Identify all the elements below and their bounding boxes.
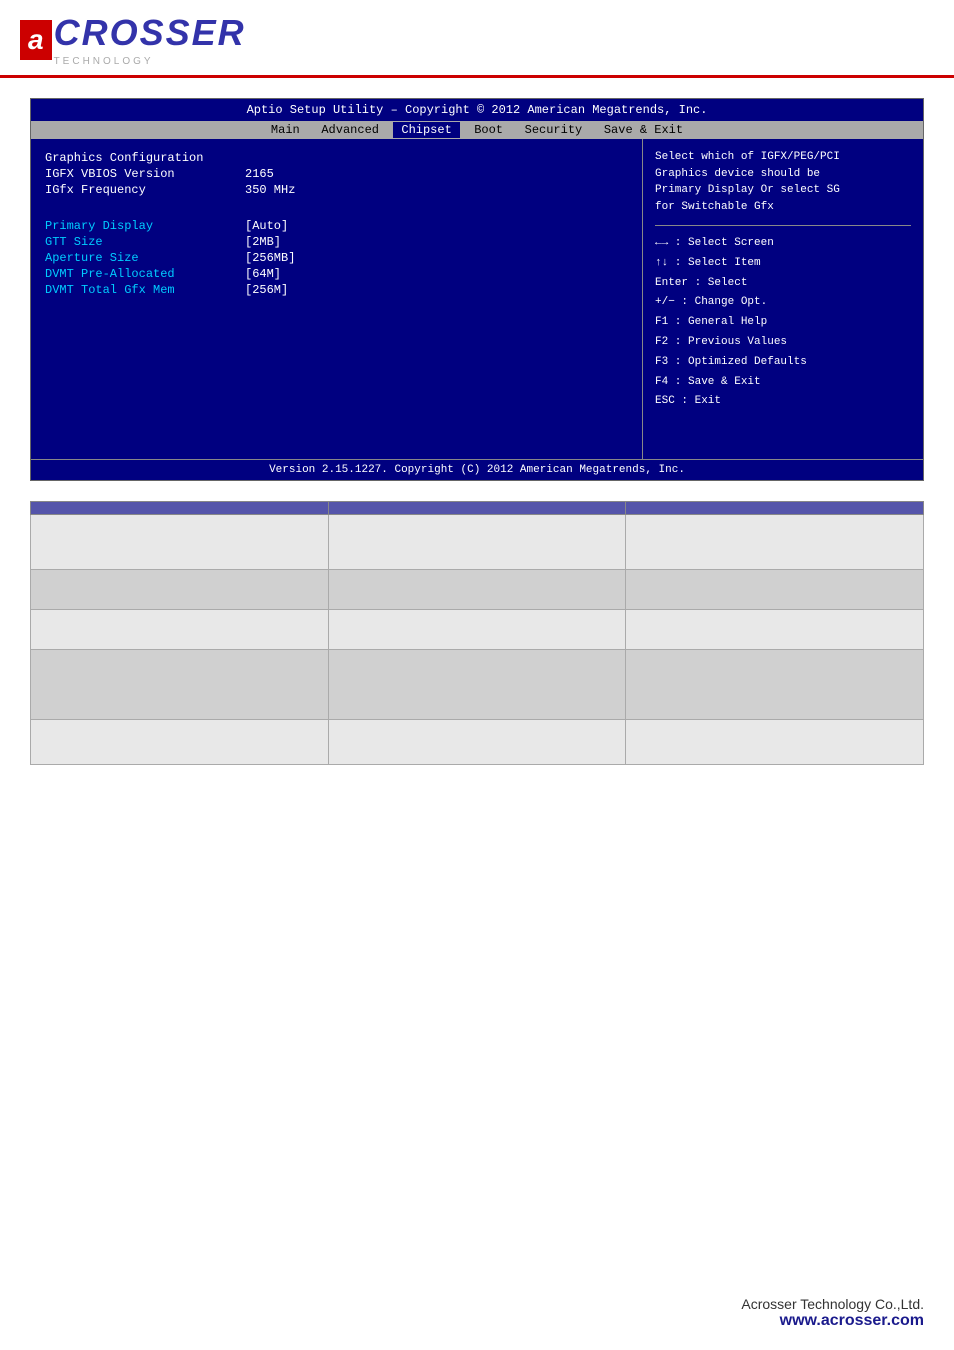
bios-keys: ←→ : Select Screen ↑↓ : Select Item Ente… [655, 234, 911, 412]
bios-key-f2: F2 : Previous Values [655, 333, 911, 353]
bios-item-gtt-size[interactable]: GTT Size [2MB] [45, 235, 628, 249]
table-cell [31, 610, 329, 650]
table-row [31, 720, 924, 765]
table-cell [328, 515, 626, 570]
bios-label-aperture-size: Aperture Size [45, 251, 245, 265]
bios-item-igfx-vbios: IGFX VBIOS Version 2165 [45, 167, 628, 181]
bios-item-graphics-config: Graphics Configuration [45, 151, 628, 165]
bios-item-igfx-freq: IGfx Frequency 350 MHz [45, 183, 628, 197]
table-area [30, 501, 924, 765]
bios-value-dvmt-pre: [64M] [245, 267, 281, 281]
bios-right-panel: Select which of IGFX/PEG/PCI Graphics de… [643, 139, 923, 459]
table-cell [328, 570, 626, 610]
table-cell [31, 570, 329, 610]
bios-left-panel: Graphics Configuration IGFX VBIOS Versio… [31, 139, 643, 459]
bios-label-dvmt-total: DVMT Total Gfx Mem [45, 283, 245, 297]
bios-divider [655, 225, 911, 226]
table-cell [31, 720, 329, 765]
table-cell [328, 610, 626, 650]
bios-key-select-screen: ←→ : Select Screen [655, 234, 911, 254]
table-row [31, 650, 924, 720]
bios-label-igfx-freq: IGfx Frequency [45, 183, 245, 197]
bios-value-igfx-vbios: 2165 [245, 167, 274, 181]
logo-box: a CROSSER TECHNOLOGY [20, 12, 934, 67]
bios-tab-boot[interactable]: Boot [467, 123, 510, 137]
footer-url: www.acrosser.com [741, 1312, 924, 1330]
table-header-col2 [328, 502, 626, 515]
table-row [31, 610, 924, 650]
bios-label-dvmt-pre: DVMT Pre-Allocated [45, 267, 245, 281]
bios-value-gtt-size: [2MB] [245, 235, 281, 249]
bios-label-gtt-size: GTT Size [45, 235, 245, 249]
bios-label-primary-display: Primary Display [45, 219, 245, 233]
bios-label-graphics-config: Graphics Configuration [45, 151, 245, 165]
table-cell [626, 570, 924, 610]
bios-tab-security[interactable]: Security [517, 123, 589, 137]
data-table [30, 501, 924, 765]
bios-key-esc: ESC : Exit [655, 392, 911, 412]
bios-footer: Version 2.15.1227. Copyright (C) 2012 Am… [31, 459, 923, 480]
table-header-col1 [31, 502, 329, 515]
bios-tab-advanced[interactable]: Advanced [314, 123, 386, 137]
bios-value-primary-display: [Auto] [245, 219, 288, 233]
footer-company: Acrosser Technology Co.,Ltd. [741, 1296, 924, 1312]
bios-item-primary-display[interactable]: Primary Display [Auto] [45, 219, 628, 233]
footer-area: Acrosser Technology Co.,Ltd. www.acrosse… [741, 1296, 924, 1330]
bios-key-change-opt: +/− : Change Opt. [655, 293, 911, 313]
table-cell [31, 515, 329, 570]
table-cell [31, 650, 329, 720]
bios-value-dvmt-total: [256M] [245, 283, 288, 297]
bios-help-text: Select which of IGFX/PEG/PCI Graphics de… [655, 149, 911, 215]
bios-label-igfx-vbios: IGFX VBIOS Version [45, 167, 245, 181]
bios-menu-bar[interactable]: Main Advanced Chipset Boot Security Save… [31, 121, 923, 139]
table-cell [328, 650, 626, 720]
bios-key-f3: F3 : Optimized Defaults [655, 353, 911, 373]
bios-tab-save-exit[interactable]: Save & Exit [597, 123, 691, 137]
bios-value-aperture-size: [256MB] [245, 251, 295, 265]
bios-key-enter: Enter : Select [655, 274, 911, 294]
table-cell [626, 650, 924, 720]
logo-text: CROSSER [54, 12, 246, 54]
table-row [31, 515, 924, 570]
bios-key-select-item: ↑↓ : Select Item [655, 254, 911, 274]
logo-icon: a [20, 20, 52, 60]
logo-subtext: TECHNOLOGY [54, 56, 246, 67]
bios-key-f4: F4 : Save & Exit [655, 373, 911, 393]
bios-container: Aptio Setup Utility – Copyright © 2012 A… [30, 98, 924, 481]
table-row [31, 570, 924, 610]
bios-key-f1: F1 : General Help [655, 313, 911, 333]
bios-tab-chipset[interactable]: Chipset [393, 122, 459, 138]
bios-item-aperture-size[interactable]: Aperture Size [256MB] [45, 251, 628, 265]
bios-item-dvmt-total[interactable]: DVMT Total Gfx Mem [256M] [45, 283, 628, 297]
bios-value-igfx-freq: 350 MHz [245, 183, 295, 197]
table-header-row [31, 502, 924, 515]
table-cell [626, 515, 924, 570]
bios-item-dvmt-pre[interactable]: DVMT Pre-Allocated [64M] [45, 267, 628, 281]
bios-title-bar: Aptio Setup Utility – Copyright © 2012 A… [31, 99, 923, 121]
logo-area: a CROSSER TECHNOLOGY [0, 0, 954, 78]
bios-body: Graphics Configuration IGFX VBIOS Versio… [31, 139, 923, 459]
bios-tab-main[interactable]: Main [264, 123, 307, 137]
table-cell [328, 720, 626, 765]
table-cell [626, 720, 924, 765]
table-header-col3 [626, 502, 924, 515]
table-cell [626, 610, 924, 650]
